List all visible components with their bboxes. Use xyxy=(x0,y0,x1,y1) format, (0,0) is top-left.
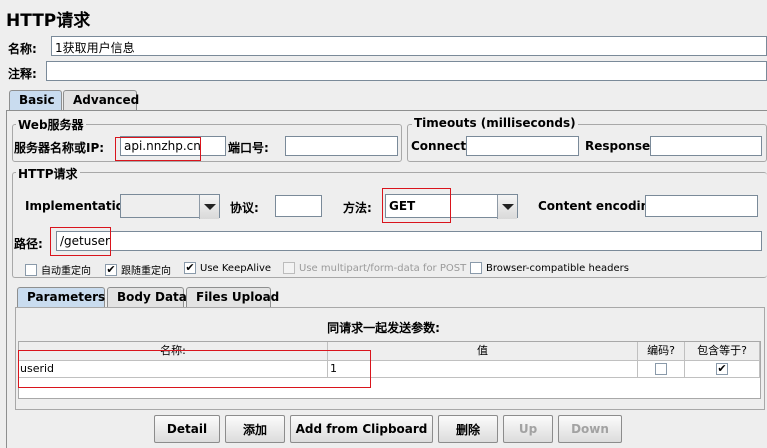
content-encoding-input[interactable] xyxy=(645,195,758,217)
response-input[interactable] xyxy=(650,136,762,156)
param-encode-cell[interactable] xyxy=(638,361,685,378)
option-auto-redirect[interactable]: 自动重定向 xyxy=(25,262,91,277)
column-header-encode[interactable]: 编码? xyxy=(638,342,685,361)
connect-label: Connect: xyxy=(411,139,471,153)
tab-basic[interactable]: Basic xyxy=(9,90,62,110)
timeouts-legend: Timeouts (milliseconds) xyxy=(412,116,578,130)
protocol-input[interactable] xyxy=(275,195,322,217)
response-label: Response: xyxy=(585,139,655,153)
method-value: GET xyxy=(389,199,416,213)
multipart-checkbox xyxy=(283,262,295,274)
connect-input[interactable] xyxy=(466,136,579,156)
option-keepalive[interactable]: ✔ Use KeepAlive xyxy=(184,262,271,274)
param-include-equals-cell[interactable]: ✔ xyxy=(685,361,760,378)
keepalive-label: Use KeepAlive xyxy=(200,262,272,274)
port-label: 端口号: xyxy=(228,141,269,155)
keepalive-checkbox[interactable]: ✔ xyxy=(184,262,196,274)
multipart-label: Use multipart/form-data for POST xyxy=(299,262,467,274)
table-row[interactable]: userid 1 ✔ xyxy=(19,361,760,378)
chevron-down-icon xyxy=(501,204,514,210)
path-input[interactable]: /getuser xyxy=(56,231,762,251)
tab-files-upload[interactable]: Files Upload xyxy=(186,287,279,307)
method-label: 方法: xyxy=(343,201,372,215)
protocol-label: 协议: xyxy=(230,201,259,215)
http-request-legend: HTTP请求 xyxy=(16,165,80,182)
down-button: Down xyxy=(558,415,622,443)
content-encoding-label: Content encoding: xyxy=(538,199,663,213)
up-button: Up xyxy=(503,415,553,443)
server-name-input[interactable]: api.nnzhp.cn xyxy=(120,136,226,156)
option-browser-headers[interactable]: Browser-compatible headers xyxy=(470,262,629,274)
option-multipart: Use multipart/form-data for POST xyxy=(283,262,466,274)
param-value-cell[interactable]: 1 xyxy=(328,361,638,378)
column-header-value[interactable]: 值 xyxy=(328,342,638,361)
tab-body-data[interactable]: Body Data xyxy=(107,287,187,307)
encode-checkbox[interactable] xyxy=(655,363,667,375)
follow-redirect-checkbox[interactable]: ✔ xyxy=(105,263,117,276)
column-header-include-equals[interactable]: 包含等于? xyxy=(685,342,760,361)
tab-advanced[interactable]: Advanced xyxy=(63,90,139,110)
parameters-heading: 同请求一起发送参数: xyxy=(327,321,440,335)
method-select[interactable]: GET xyxy=(385,194,518,219)
add-button[interactable]: 添加 xyxy=(225,415,285,443)
implementation-dropdown-button[interactable] xyxy=(199,195,219,219)
delete-button[interactable]: 删除 xyxy=(438,415,498,443)
comment-label: 注释: xyxy=(8,67,37,81)
auto-redirect-checkbox[interactable] xyxy=(25,263,37,276)
port-input[interactable] xyxy=(285,136,398,156)
chevron-down-icon xyxy=(203,204,216,210)
server-name-label: 服务器名称或IP: xyxy=(14,141,105,155)
add-from-clipboard-button[interactable]: Add from Clipboard xyxy=(290,415,433,443)
path-label: 路径: xyxy=(14,237,43,251)
name-label: 名称: xyxy=(8,42,37,56)
detail-button[interactable]: Detail xyxy=(154,415,220,443)
implementation-select[interactable] xyxy=(120,194,220,219)
include-equals-checkbox[interactable]: ✔ xyxy=(716,363,728,375)
browser-headers-checkbox[interactable] xyxy=(470,262,482,274)
web-server-legend: Web服务器 xyxy=(16,116,86,133)
option-follow-redirect[interactable]: ✔ 跟随重定向 xyxy=(105,262,171,277)
page-title: HTTP请求 xyxy=(6,11,91,31)
parameters-table-header: 名称: 值 编码? 包含等于? xyxy=(19,342,760,361)
param-name-cell[interactable]: userid xyxy=(19,361,328,378)
auto-redirect-label: 自动重定向 xyxy=(41,266,91,277)
comment-input[interactable] xyxy=(46,61,767,81)
follow-redirect-label: 跟随重定向 xyxy=(121,266,171,277)
method-dropdown-button[interactable] xyxy=(497,195,517,219)
browser-headers-label: Browser-compatible headers xyxy=(486,262,629,274)
tab-parameters[interactable]: Parameters xyxy=(17,287,105,307)
column-header-name[interactable]: 名称: xyxy=(19,342,328,361)
implementation-value xyxy=(121,195,199,217)
name-input[interactable]: 1获取用户信息 xyxy=(51,36,767,56)
